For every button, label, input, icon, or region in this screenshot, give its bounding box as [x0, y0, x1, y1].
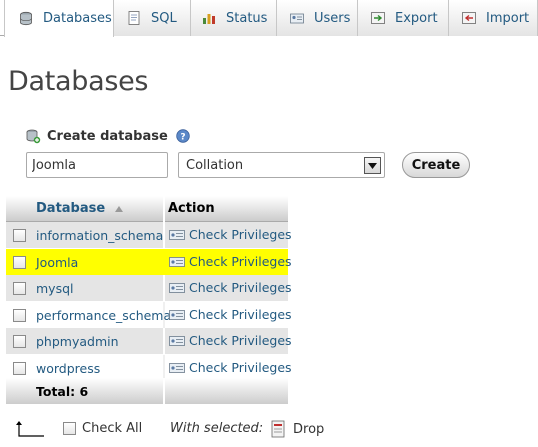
- column-header-action: Action: [168, 201, 215, 216]
- database-name-link[interactable]: performance_schema: [36, 308, 171, 323]
- database-name-input[interactable]: [26, 152, 168, 178]
- column-header-database[interactable]: Database: [36, 201, 124, 216]
- table-row[interactable]: performance_schema Check Privileges: [6, 302, 292, 328]
- tab-import[interactable]: Import: [449, 0, 538, 36]
- check-privileges-label: Check Privileges: [189, 280, 292, 295]
- with-selected-label: With selected:: [170, 421, 264, 436]
- tab-export[interactable]: Export: [358, 0, 449, 36]
- tab-label: Status: [226, 10, 268, 26]
- check-privileges-label: Check Privileges: [189, 333, 292, 348]
- drop-label: Drop: [293, 421, 325, 437]
- collation-selected-value: Collation: [186, 157, 244, 173]
- database-name-link[interactable]: information_schema: [36, 228, 163, 243]
- page-title: Databases: [8, 66, 149, 97]
- check-privileges-icon: [169, 229, 185, 240]
- status-icon: [203, 14, 215, 24]
- database-name-link[interactable]: wordpress: [36, 361, 100, 376]
- check-privileges-label: Check Privileges: [189, 360, 292, 375]
- table-row[interactable]: information_schema Check Privileges: [6, 222, 292, 248]
- check-all-checkbox[interactable]: [63, 422, 76, 435]
- create-database-heading: Create database ?: [25, 128, 190, 144]
- column-divider: [163, 275, 165, 301]
- databases-icon: [20, 11, 32, 25]
- tab-sql[interactable]: SQL: [114, 0, 191, 36]
- check-privileges-icon: [169, 362, 185, 373]
- column-divider: [163, 249, 165, 275]
- row-checkbox[interactable]: [13, 309, 26, 322]
- tab-label: Import: [486, 10, 530, 26]
- row-checkbox[interactable]: [13, 256, 26, 269]
- import-icon: [462, 12, 476, 24]
- create-button[interactable]: Create: [402, 152, 470, 178]
- drop-button[interactable]: Drop: [270, 420, 324, 438]
- create-database-label: Create database: [47, 128, 168, 144]
- select-arrow-icon: [16, 421, 44, 437]
- check-privileges-link[interactable]: Check Privileges: [169, 280, 292, 295]
- check-privileges-link[interactable]: Check Privileges: [169, 227, 292, 242]
- check-privileges-icon: [169, 335, 185, 346]
- sort-ascending-icon: [115, 205, 124, 212]
- users-icon: [290, 13, 304, 24]
- check-privileges-icon: [169, 256, 185, 267]
- dropdown-arrow-icon[interactable]: [364, 157, 381, 174]
- database-name-link[interactable]: Joomla: [36, 255, 78, 270]
- check-all-label[interactable]: Check All: [82, 421, 142, 436]
- column-divider: [163, 328, 165, 354]
- total-count: Total: 6: [36, 384, 89, 399]
- top-tab-bar: Databases SQL Status Users Export Import: [0, 0, 538, 37]
- tab-databases[interactable]: Databases: [4, 0, 114, 37]
- table-row[interactable]: mysql Check Privileges: [6, 275, 292, 301]
- create-database-icon: [26, 129, 41, 144]
- drop-icon: [271, 420, 285, 438]
- tab-users[interactable]: Users: [277, 0, 358, 36]
- collation-select[interactable]: Collation: [178, 152, 385, 178]
- column-header-label: Database: [36, 201, 106, 216]
- check-privileges-link[interactable]: Check Privileges: [169, 254, 292, 269]
- sql-icon: [128, 11, 140, 25]
- check-privileges-link[interactable]: Check Privileges: [169, 307, 292, 322]
- tab-label: Databases: [43, 11, 112, 26]
- tab-label: Export: [395, 10, 438, 26]
- table-row[interactable]: phpmyadmin Check Privileges: [6, 328, 292, 354]
- column-divider: [163, 378, 165, 404]
- row-checkbox[interactable]: [13, 335, 26, 348]
- column-divider: [163, 222, 165, 248]
- check-privileges-label: Check Privileges: [189, 227, 292, 242]
- row-checkbox[interactable]: [13, 282, 26, 295]
- check-privileges-icon: [169, 309, 185, 320]
- row-checkbox[interactable]: [13, 362, 26, 375]
- database-name-link[interactable]: mysql: [36, 281, 74, 296]
- help-icon[interactable]: ?: [176, 129, 190, 143]
- tab-label: Users: [314, 10, 351, 26]
- check-privileges-link[interactable]: Check Privileges: [169, 360, 292, 375]
- check-privileges-icon: [169, 282, 185, 293]
- table-header: Database Action: [6, 196, 288, 222]
- row-checkbox[interactable]: [13, 229, 26, 242]
- total-row: Total: 6: [6, 378, 288, 404]
- tab-status[interactable]: Status: [191, 0, 277, 36]
- svg-text:?: ?: [180, 133, 185, 143]
- tab-label: SQL: [151, 10, 177, 26]
- check-privileges-label: Check Privileges: [189, 307, 292, 322]
- check-privileges-label: Check Privileges: [189, 254, 292, 269]
- export-icon: [371, 12, 385, 24]
- table-row[interactable]: Joomla Check Privileges: [6, 249, 292, 275]
- check-privileges-link[interactable]: Check Privileges: [169, 333, 292, 348]
- database-name-link[interactable]: phpmyadmin: [36, 334, 119, 349]
- column-divider: [163, 196, 165, 222]
